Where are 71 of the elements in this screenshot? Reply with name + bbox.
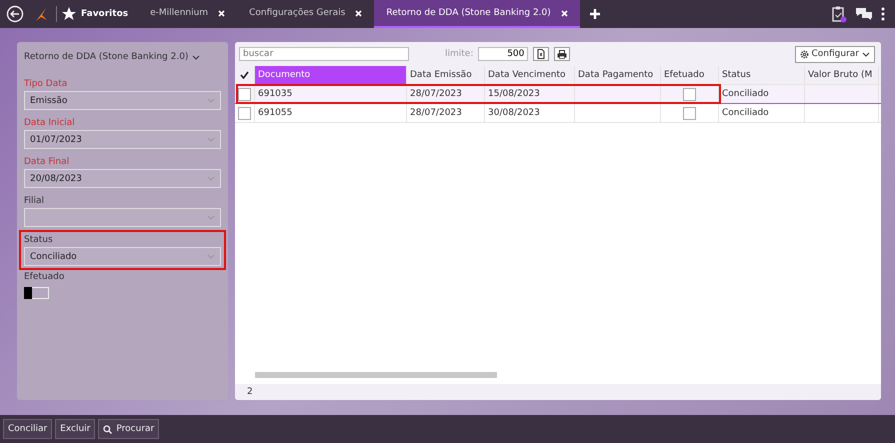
search-field[interactable]: buscar — [239, 47, 409, 61]
chevron-icon — [207, 176, 215, 181]
table-cell: 15/08/2023 — [485, 85, 575, 103]
chevron-icon[interactable] — [192, 54, 200, 60]
dropdown-field[interactable]: 20/08/2023 — [24, 169, 221, 188]
table-cell: 691035 — [255, 85, 407, 103]
printer-icon — [557, 50, 568, 58]
field-label: Data Inicial — [24, 117, 76, 130]
toggle-switch[interactable] — [24, 287, 49, 299]
back-icon[interactable] — [6, 5, 24, 23]
efetuado-checkbox[interactable] — [683, 106, 696, 120]
document-icon — [537, 49, 546, 59]
add-icon[interactable] — [590, 9, 600, 19]
close-icon[interactable] — [355, 10, 362, 16]
chevron-icon — [207, 254, 215, 259]
limit-field[interactable]: 500 — [478, 47, 528, 61]
logo-icon — [34, 6, 48, 22]
print-button[interactable] — [554, 47, 570, 61]
dropdown-field[interactable]: 01/07/2023 — [24, 130, 221, 149]
favorites-label[interactable]: Favoritos — [81, 9, 128, 19]
toolbar-button[interactable]: Procurar — [98, 419, 160, 439]
more-icon[interactable] — [881, 7, 885, 21]
scrollbar[interactable] — [255, 372, 497, 378]
table-cell: 691055 — [255, 104, 407, 122]
chevron-icon — [207, 215, 215, 220]
row-checkbox[interactable] — [238, 88, 251, 100]
search-icon — [103, 424, 112, 434]
limit-label: limite: — [445, 49, 474, 59]
table-cell: 30/08/2023 — [485, 104, 575, 122]
export-button[interactable] — [533, 47, 550, 61]
field-label: Status — [24, 234, 54, 247]
chat-icon[interactable] — [855, 7, 873, 21]
field-label: Filial — [24, 195, 46, 208]
dropdown-field[interactable]: Emissão — [24, 91, 221, 110]
row-checkbox[interactable] — [238, 106, 251, 120]
gear-icon — [800, 50, 808, 58]
table-row[interactable]: 691055 28/07/2023 30/08/2023 Conciliado — [235, 104, 881, 123]
field-label: Data Final — [24, 156, 70, 169]
dropdown-field[interactable] — [24, 208, 221, 227]
star-icon[interactable] — [61, 6, 77, 22]
column-header[interactable]: Data Emissão — [407, 66, 485, 84]
column-header[interactable]: Valor Bruto (M — [805, 66, 879, 84]
table-cell: 28/07/2023 — [407, 104, 485, 122]
column-header[interactable]: Data Pagamento — [575, 66, 661, 84]
chevron-icon — [207, 137, 215, 142]
tab[interactable]: Retorno de DDA (Stone Banking 2.0) — [374, 0, 580, 28]
row-count: 2 — [247, 387, 253, 397]
field-label: Tipo Data — [24, 78, 68, 91]
toolbar-button[interactable]: Excluir — [55, 419, 96, 439]
toolbar-button[interactable]: Conciliar — [3, 419, 52, 439]
clipboard-icon[interactable] — [831, 5, 847, 23]
table-row[interactable]: 691035 28/07/2023 15/08/2023 Conciliado — [235, 85, 881, 104]
panel-title: Retorno de DDA (Stone Banking 2.0) — [24, 52, 188, 62]
table-cell: Conciliado — [719, 104, 805, 122]
table-cell: 28/07/2023 — [407, 85, 485, 103]
check-all-icon[interactable] — [240, 71, 249, 79]
close-icon[interactable] — [560, 10, 568, 16]
toggle-label: Efetuado — [24, 271, 66, 284]
tab[interactable]: e-Millennium — [138, 0, 238, 28]
efetuado-checkbox[interactable] — [683, 88, 696, 100]
column-header[interactable]: Data Vencimento — [485, 66, 575, 84]
column-header[interactable]: Documento — [255, 66, 407, 84]
dropdown-field[interactable]: Conciliado — [24, 247, 221, 266]
chevron-icon — [862, 52, 870, 56]
close-icon[interactable] — [218, 10, 226, 16]
column-header[interactable]: Efetuado — [661, 66, 719, 84]
column-header[interactable]: Status — [719, 66, 805, 84]
configure-button[interactable]: Configurar — [794, 46, 875, 62]
chevron-icon — [207, 98, 215, 103]
tab[interactable]: Configurações Gerais — [237, 0, 374, 28]
table-cell: Conciliado — [719, 85, 805, 103]
